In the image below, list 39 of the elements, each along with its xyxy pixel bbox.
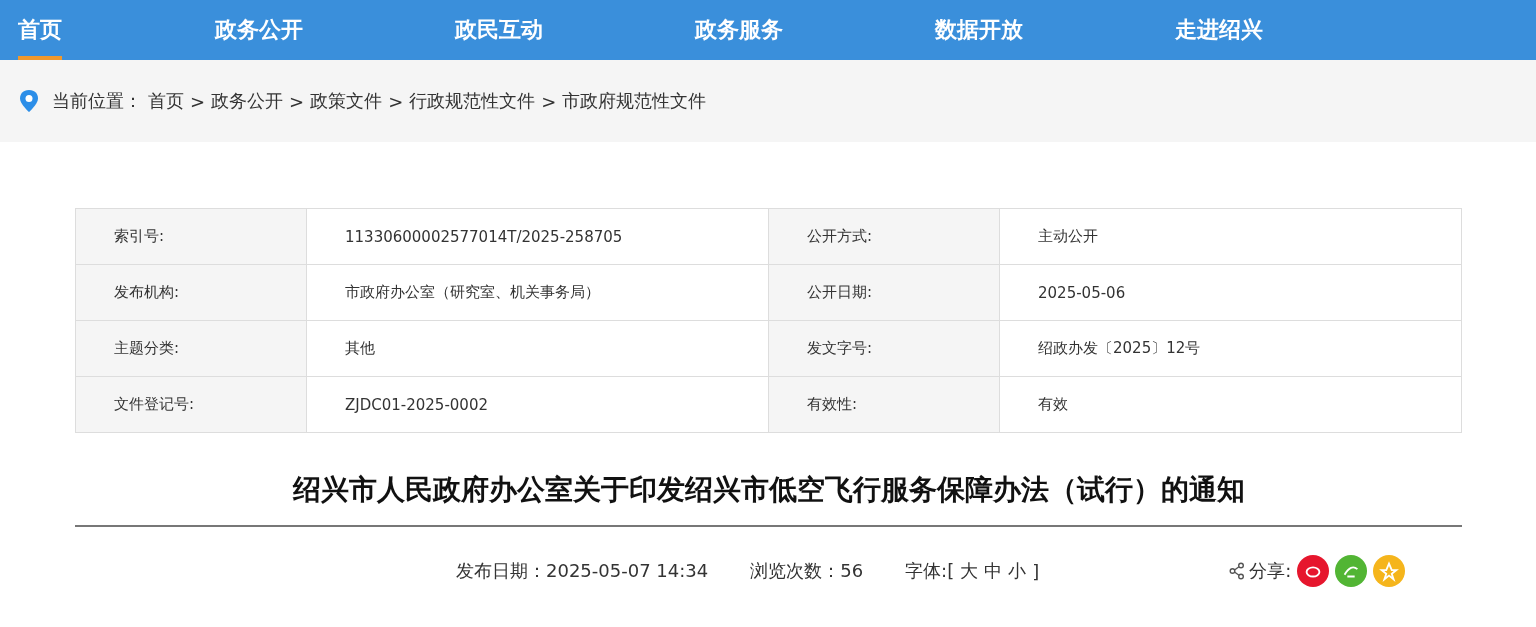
value-cell: 主动公开: [1000, 209, 1462, 265]
breadcrumb-link[interactable]: 市政府规范性文件: [562, 89, 707, 113]
value-cell: 市政府办公室（研究室、机关事务局）: [307, 265, 769, 321]
label-cell: 公开日期:: [769, 265, 1000, 321]
value-cell: 绍政办发〔2025〕12号: [1000, 321, 1462, 377]
font-size-label: 字体:[: [905, 559, 955, 583]
document-title: 绍兴市人民政府办公室关于印发绍兴市低空飞行服务保障办法（试行）的通知: [75, 471, 1462, 527]
share-label: 分享:: [1249, 559, 1292, 583]
star-share-button[interactable]: [1373, 555, 1406, 587]
share-icon: [1229, 562, 1246, 580]
value-cell: 有效: [1000, 377, 1462, 433]
value-cell: ZJDC01-2025-0002: [307, 377, 769, 433]
breadcrumb-link[interactable]: 行政规范性文件: [409, 89, 536, 113]
breadcrumb-label: 当前位置：: [52, 89, 142, 113]
label-cell: 有效性:: [769, 377, 1000, 433]
breadcrumb-link[interactable]: 政策文件: [310, 89, 383, 113]
bracket-text: ]: [1032, 560, 1040, 582]
label-cell: 发布机构:: [76, 265, 307, 321]
location-pin-icon: [18, 89, 40, 113]
font-size-link[interactable]: 小: [1008, 559, 1027, 583]
value-cell: 2025-05-06: [1000, 265, 1462, 321]
font-size-link[interactable]: 大: [960, 559, 979, 583]
breadcrumb-separator: >: [190, 90, 206, 112]
star-icon: [1378, 560, 1401, 582]
label-cell: 公开方式:: [769, 209, 1000, 265]
label-cell: 发文字号:: [769, 321, 1000, 377]
value-cell: 其他: [307, 321, 769, 377]
breadcrumb-separator: >: [541, 90, 557, 112]
breadcrumb-separator: >: [289, 90, 305, 112]
label-cell: 文件登记号:: [76, 377, 307, 433]
font-size-link[interactable]: 中: [984, 559, 1003, 583]
publish-date: 发布日期：2025-05-07 14:34: [456, 559, 709, 583]
breadcrumb-link[interactable]: 政务公开: [211, 89, 284, 113]
breadcrumb-separator: >: [388, 90, 404, 112]
view-count: 浏览次数：56: [750, 559, 864, 583]
label-cell: 索引号:: [76, 209, 307, 265]
label-cell: 主题分类:: [76, 321, 307, 377]
value-cell: 11330600002577014T/2025-258705: [307, 209, 769, 265]
breadcrumb-link[interactable]: 首页: [148, 89, 184, 113]
